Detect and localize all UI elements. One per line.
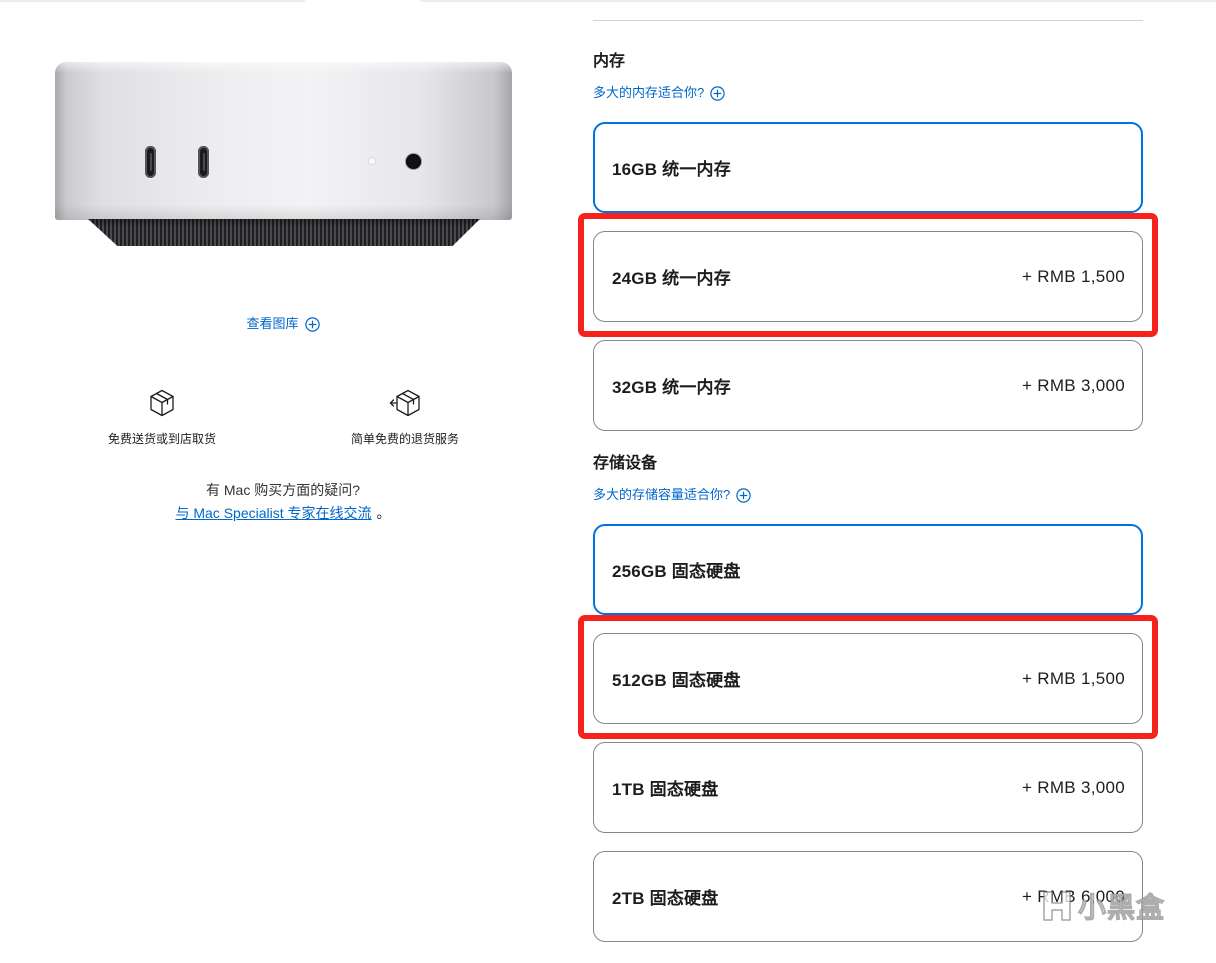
option-price: + RMB 6,000 bbox=[1022, 886, 1125, 906]
option-label: 256GB 固态硬盘 bbox=[612, 562, 741, 581]
memory-option-32gb[interactable]: 32GB 统一内存 + RMB 3,000 bbox=[593, 340, 1143, 431]
memory-option-16gb[interactable]: 16GB 统一内存 bbox=[593, 122, 1143, 213]
return-box-icon bbox=[305, 388, 505, 418]
shipping-box-icon bbox=[62, 388, 262, 418]
memory-help-label: 多大的内存适合你? bbox=[593, 85, 705, 100]
plus-circle-icon bbox=[710, 85, 725, 101]
view-gallery-label: 查看图库 bbox=[246, 316, 299, 331]
storage-help-link[interactable]: 多大的存储容量适合你? bbox=[593, 486, 751, 504]
option-price: + RMB 1,500 bbox=[1022, 266, 1125, 286]
mac-mini-product-image bbox=[55, 62, 512, 248]
plus-circle-icon bbox=[304, 316, 320, 332]
option-label: 1TB 固态硬盘 bbox=[612, 780, 719, 799]
divider bbox=[593, 20, 1143, 21]
service-label: 免费送货或到店取货 bbox=[107, 432, 216, 446]
help-suffix: 。 bbox=[376, 505, 391, 521]
option-label: 16GB 统一内存 bbox=[612, 160, 731, 179]
storage-option-256gb[interactable]: 256GB 固态硬盘 bbox=[593, 524, 1143, 615]
usb-c-port bbox=[198, 146, 209, 178]
option-label: 32GB 统一内存 bbox=[612, 378, 731, 397]
option-price: + RMB 3,000 bbox=[1022, 777, 1125, 797]
chat-with-specialist-link[interactable]: 与 Mac Specialist 专家在线交流 bbox=[175, 505, 371, 521]
storage-option-1tb[interactable]: 1TB 固态硬盘 + RMB 3,000 bbox=[593, 742, 1143, 833]
option-label: 512GB 固态硬盘 bbox=[612, 671, 741, 690]
memory-help-link[interactable]: 多大的内存适合你? bbox=[593, 84, 725, 102]
mac-mini-body bbox=[55, 62, 512, 220]
help-link-row: 与 Mac Specialist 专家在线交流。 bbox=[30, 504, 536, 522]
storage-help-label: 多大的存储容量适合你? bbox=[593, 487, 731, 502]
service-free-shipping: 免费送货或到店取货 bbox=[62, 388, 262, 447]
service-free-returns: 简单免费的退货服务 bbox=[305, 388, 505, 447]
usb-c-port bbox=[145, 146, 156, 178]
option-price: + RMB 1,500 bbox=[1022, 668, 1125, 688]
memory-option-24gb[interactable]: 24GB 统一内存 + RMB 1,500 bbox=[578, 213, 1158, 337]
help-question: 有 Mac 购买方面的疑问? bbox=[205, 482, 360, 498]
service-label: 简单免费的退货服务 bbox=[350, 432, 459, 446]
storage-option-2tb[interactable]: 2TB 固态硬盘 + RMB 6,000 bbox=[593, 851, 1143, 942]
option-price: + RMB 3,000 bbox=[1022, 375, 1125, 395]
option-label: 2TB 固态硬盘 bbox=[612, 889, 719, 908]
view-gallery-link[interactable]: 查看图库 bbox=[246, 315, 320, 333]
configurator: 内存 多大的内存适合你? 16GB 统一内存 24GB 统一内存 + RMB 1… bbox=[578, 0, 1158, 963]
storage-option-512gb[interactable]: 512GB 固态硬盘 + RMB 1,500 bbox=[578, 615, 1158, 739]
storage-section-title: 存储设备 bbox=[593, 455, 658, 472]
headphone-jack bbox=[406, 154, 421, 169]
memory-section-title: 内存 bbox=[593, 53, 626, 70]
option-label: 24GB 统一内存 bbox=[612, 269, 731, 288]
mac-mini-vent-base bbox=[88, 219, 480, 246]
gallery-row: 查看图库 bbox=[30, 315, 536, 333]
status-light bbox=[369, 158, 375, 164]
plus-circle-icon bbox=[736, 487, 751, 503]
